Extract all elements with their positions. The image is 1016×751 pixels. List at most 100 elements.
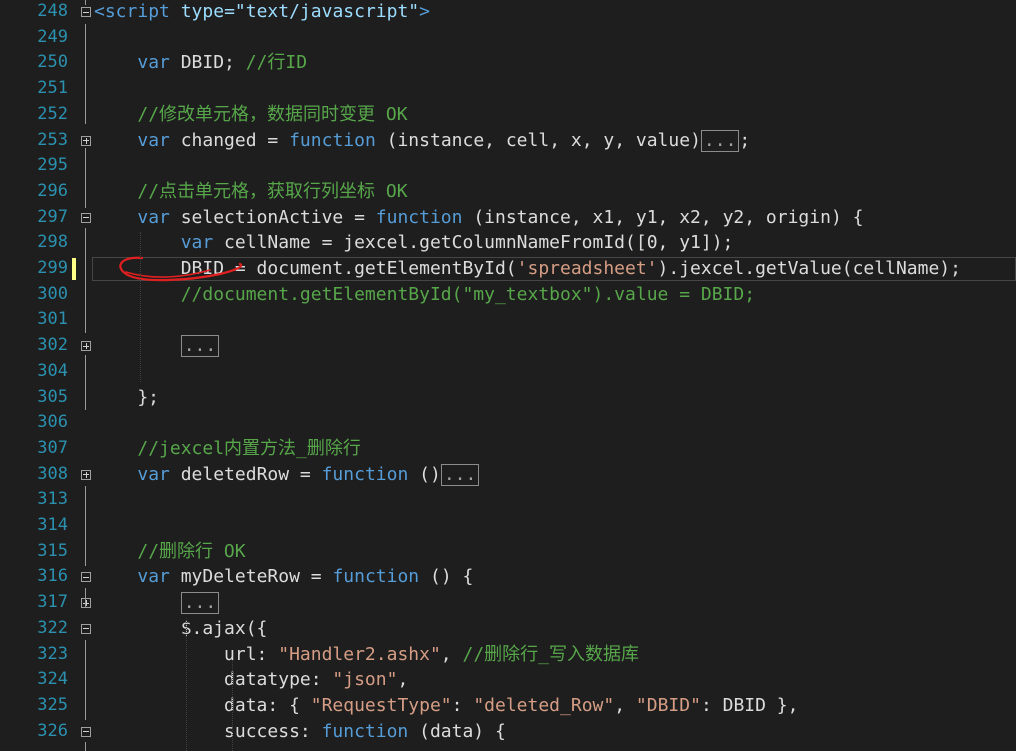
code-line[interactable]: 249 bbox=[0, 25, 1016, 51]
code-token: "Handler2.ashx" bbox=[278, 643, 441, 665]
code-line[interactable]: 315 //删除行 OK bbox=[0, 539, 1016, 565]
code-token: function bbox=[321, 463, 409, 485]
collapsed-region-button[interactable]: ... bbox=[700, 129, 740, 152]
line-number: 308 bbox=[37, 463, 68, 484]
code-line[interactable]: 306 bbox=[0, 410, 1016, 436]
collapse-icon[interactable] bbox=[81, 623, 91, 634]
code-line[interactable]: 326 success: function (data) { bbox=[0, 719, 1016, 745]
code-line[interactable]: 305 }; bbox=[0, 385, 1016, 411]
code-text[interactable]: //jexcel内置方法_删除行 bbox=[94, 436, 361, 462]
code-token: ; bbox=[739, 129, 751, 151]
line-number: 299 bbox=[37, 258, 68, 278]
code-line[interactable]: 314 bbox=[0, 513, 1016, 539]
line-number: 324 bbox=[37, 669, 68, 690]
code-text[interactable]: var selectionActive = function (instance… bbox=[94, 205, 863, 231]
fold-outline-line bbox=[85, 148, 86, 208]
code-text[interactable]: ... bbox=[94, 333, 220, 359]
code-text[interactable]: $.ajax({ bbox=[94, 616, 268, 642]
line-number: 323 bbox=[37, 643, 68, 664]
code-line[interactable]: 301 bbox=[0, 307, 1016, 333]
code-token: var bbox=[137, 206, 170, 228]
line-number: 253 bbox=[37, 129, 68, 150]
line-number: 252 bbox=[37, 103, 68, 124]
line-number: 301 bbox=[37, 309, 68, 330]
expand-icon[interactable] bbox=[81, 135, 91, 146]
code-line[interactable]: 325 data: { "RequestType": "deleted_Row"… bbox=[0, 693, 1016, 719]
code-line[interactable]: 302 ... bbox=[0, 333, 1016, 359]
code-text[interactable]: datatype: "json", bbox=[94, 667, 408, 693]
indent-guide bbox=[186, 618, 187, 751]
expand-icon[interactable] bbox=[81, 469, 91, 480]
code-line[interactable]: 316 var myDeleteRow = function () { bbox=[0, 564, 1016, 590]
collapsed-region-button[interactable]: ... bbox=[180, 335, 220, 358]
code-token: function bbox=[289, 129, 376, 151]
code-line[interactable]: 313 bbox=[0, 487, 1016, 513]
collapsed-region-button[interactable]: ... bbox=[440, 463, 480, 486]
code-line[interactable]: 296 //点击单元格，获取行列坐标 OK bbox=[0, 179, 1016, 205]
code-line[interactable]: 253 var changed = function (instance, ce… bbox=[0, 128, 1016, 154]
line-number: 306 bbox=[37, 412, 68, 433]
line-number: 298 bbox=[37, 232, 68, 253]
expand-icon[interactable] bbox=[81, 598, 91, 609]
line-number: 302 bbox=[37, 335, 68, 356]
code-text[interactable]: var deletedRow = function ()... bbox=[94, 462, 480, 488]
code-line[interactable]: 307 //jexcel内置方法_删除行 bbox=[0, 436, 1016, 462]
code-token: //document.getElementById("my_textbox").… bbox=[180, 283, 756, 305]
code-text[interactable]: ... bbox=[94, 590, 220, 616]
code-text[interactable]: success: function (data) { bbox=[94, 719, 506, 745]
fold-outline-line bbox=[85, 588, 86, 608]
collapse-icon[interactable] bbox=[81, 7, 91, 17]
code-line[interactable]: 323 url: "Handler2.ashx", //删除行_写入数据库 bbox=[0, 642, 1016, 668]
code-token: cellName = jexcel.getColumnNameFromId([0… bbox=[213, 232, 734, 254]
code-token: }; bbox=[94, 386, 160, 408]
code-line[interactable]: 304 bbox=[0, 359, 1016, 385]
code-text[interactable]: }; bbox=[94, 385, 159, 411]
code-text[interactable]: //修改单元格，数据同时变更 OK bbox=[94, 102, 407, 128]
line-number: 249 bbox=[37, 26, 68, 47]
code-line[interactable]: 250 var DBID; //行ID bbox=[0, 50, 1016, 76]
code-token: function bbox=[321, 720, 409, 742]
code-text[interactable]: var DBID; //行ID bbox=[94, 50, 307, 76]
collapsed-region-button[interactable]: ... bbox=[180, 592, 220, 615]
collapse-icon[interactable] bbox=[81, 572, 91, 583]
code-line[interactable]: 248 <script type="text/javascript"> bbox=[0, 0, 1016, 25]
expand-icon[interactable] bbox=[81, 341, 91, 352]
code-token: "RequestType" bbox=[310, 694, 452, 716]
code-text[interactable]: //点击单元格，获取行列坐标 OK bbox=[94, 179, 408, 205]
code-line[interactable]: 317 ... bbox=[0, 590, 1016, 616]
code-line[interactable]: 295 bbox=[0, 153, 1016, 179]
code-text[interactable]: data: { "RequestType": "deleted_Row", "D… bbox=[94, 693, 798, 719]
collapse-icon[interactable] bbox=[81, 726, 91, 737]
fold-outline-line bbox=[85, 640, 86, 720]
code-token: var bbox=[137, 566, 170, 588]
code-text[interactable]: <script type="text/javascript"> bbox=[94, 0, 430, 25]
fold-outline-line bbox=[85, 486, 86, 566]
code-line[interactable]: 322 $.ajax({ bbox=[0, 616, 1016, 642]
code-token: "deleted_Row" bbox=[473, 694, 615, 716]
red-annotation-scribble bbox=[119, 256, 243, 282]
code-line[interactable]: 324 datatype: "json", bbox=[0, 667, 1016, 693]
code-line[interactable]: 308 var deletedRow = function ()... bbox=[0, 462, 1016, 488]
code-line[interactable]: 251 bbox=[0, 76, 1016, 102]
code-text[interactable]: var myDeleteRow = function () { bbox=[94, 564, 473, 590]
code-text[interactable]: //删除行 OK bbox=[94, 539, 245, 565]
code-text[interactable]: url: "Handler2.ashx", //删除行_写入数据库 bbox=[94, 642, 639, 668]
code-line[interactable]: 252 //修改单元格，数据同时变更 OK bbox=[0, 102, 1016, 128]
code-token: //点击单元格，获取行列坐标 OK bbox=[137, 180, 408, 202]
code-token: success: bbox=[94, 720, 322, 742]
fold-outline-line bbox=[85, 742, 86, 751]
modified-line-marker bbox=[72, 258, 76, 280]
code-text[interactable]: var changed = function (instance, cell, … bbox=[94, 128, 750, 154]
code-token: function bbox=[375, 206, 463, 228]
code-line[interactable]: 297 var selectionActive = function (inst… bbox=[0, 205, 1016, 231]
code-token: //jexcel内置方法_删除行 bbox=[137, 437, 361, 459]
indent-guide bbox=[232, 660, 233, 751]
code-token: //行ID bbox=[245, 52, 308, 74]
collapse-icon[interactable] bbox=[81, 212, 91, 223]
line-number: 248 bbox=[37, 1, 68, 21]
code-token: myDeleteRow = bbox=[169, 566, 333, 588]
code-editor[interactable]: 248 <script type="text/javascript"> 249 250… bbox=[0, 0, 1016, 751]
